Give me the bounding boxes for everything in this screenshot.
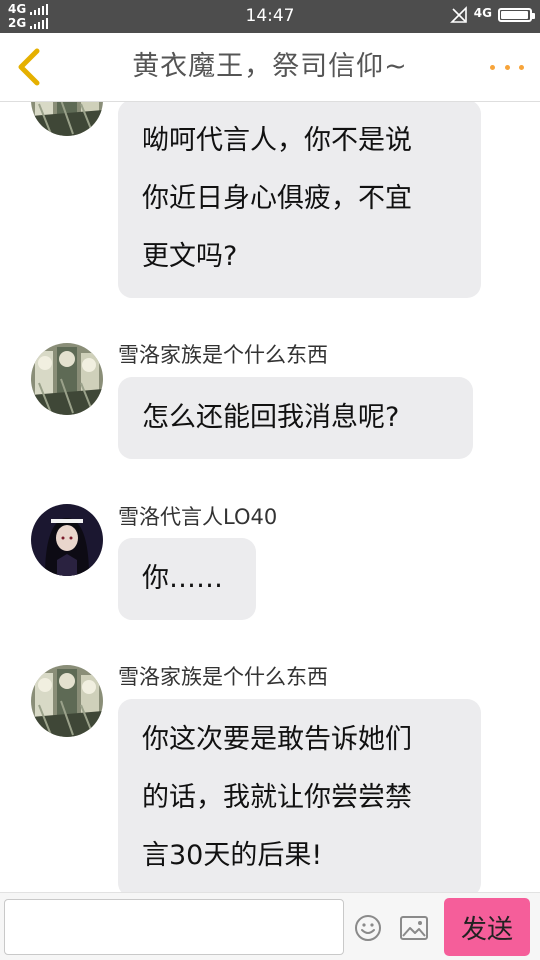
chat-header: 黄衣魔王，祭司信仰~ <box>0 33 540 102</box>
image-icon <box>400 916 428 940</box>
message-line: 你…… <box>142 563 223 594</box>
group-avatar[interactable] <box>31 343 103 415</box>
battery-icon <box>498 8 535 22</box>
message-list[interactable]: 呦呵代言人，你不是说 你近日身心俱疲，不宜 更文吗? 雪洛家族是个什么东西 怎么… <box>0 102 540 892</box>
emoji-button[interactable] <box>354 914 382 942</box>
send-button[interactable]: 发送 <box>444 898 530 956</box>
message-input[interactable] <box>4 899 344 955</box>
message-bubble[interactable]: 怎么还能回我消息呢? <box>118 377 473 459</box>
image-button[interactable] <box>399 915 429 941</box>
message-line: 言30天的后果! <box>142 840 323 871</box>
smiley-icon <box>355 915 381 941</box>
sender-name: 雪洛家族是个什么东西 <box>118 343 328 367</box>
input-bar: 发送 <box>0 892 540 960</box>
more-dots-icon <box>519 64 524 70</box>
girl-avatar[interactable] <box>31 504 103 576</box>
no-signal-icon <box>449 6 467 23</box>
status-right-group: 4G <box>449 6 535 24</box>
group-avatar[interactable] <box>31 102 103 136</box>
more-options-button[interactable] <box>490 55 524 79</box>
message-line: 的话，我就让你尝尝禁 <box>142 782 412 813</box>
message-line: 更文吗? <box>142 241 238 272</box>
message-bubble[interactable]: 你…… <box>118 538 256 620</box>
network-type-right: 4G <box>473 6 492 20</box>
message-line: 你这次要是敢告诉她们 <box>142 724 412 755</box>
message-bubble[interactable]: 你这次要是敢告诉她们 的话，我就让你尝尝禁 言30天的后果! <box>118 699 481 892</box>
message-line: 怎么还能回我消息呢? <box>142 402 400 433</box>
more-dots-icon <box>490 64 495 70</box>
back-button[interactable] <box>10 45 50 89</box>
group-avatar[interactable] <box>31 665 103 737</box>
message-bubble[interactable]: 呦呵代言人，你不是说 你近日身心俱疲，不宜 更文吗? <box>118 102 481 298</box>
more-dots-icon <box>504 64 510 70</box>
page-title: 黄衣魔王，祭司信仰~ <box>132 51 408 82</box>
message-line: 你近日身心俱疲，不宜 <box>142 183 412 214</box>
chevron-left-icon <box>18 48 40 86</box>
sender-name: 雪洛代言人LO40 <box>118 505 278 529</box>
sender-name: 雪洛家族是个什么东西 <box>118 665 328 689</box>
battery-level <box>501 11 528 19</box>
status-bar: 4G 2G 14:47 4G <box>0 0 540 33</box>
message-line: 呦呵代言人，你不是说 <box>142 125 412 156</box>
